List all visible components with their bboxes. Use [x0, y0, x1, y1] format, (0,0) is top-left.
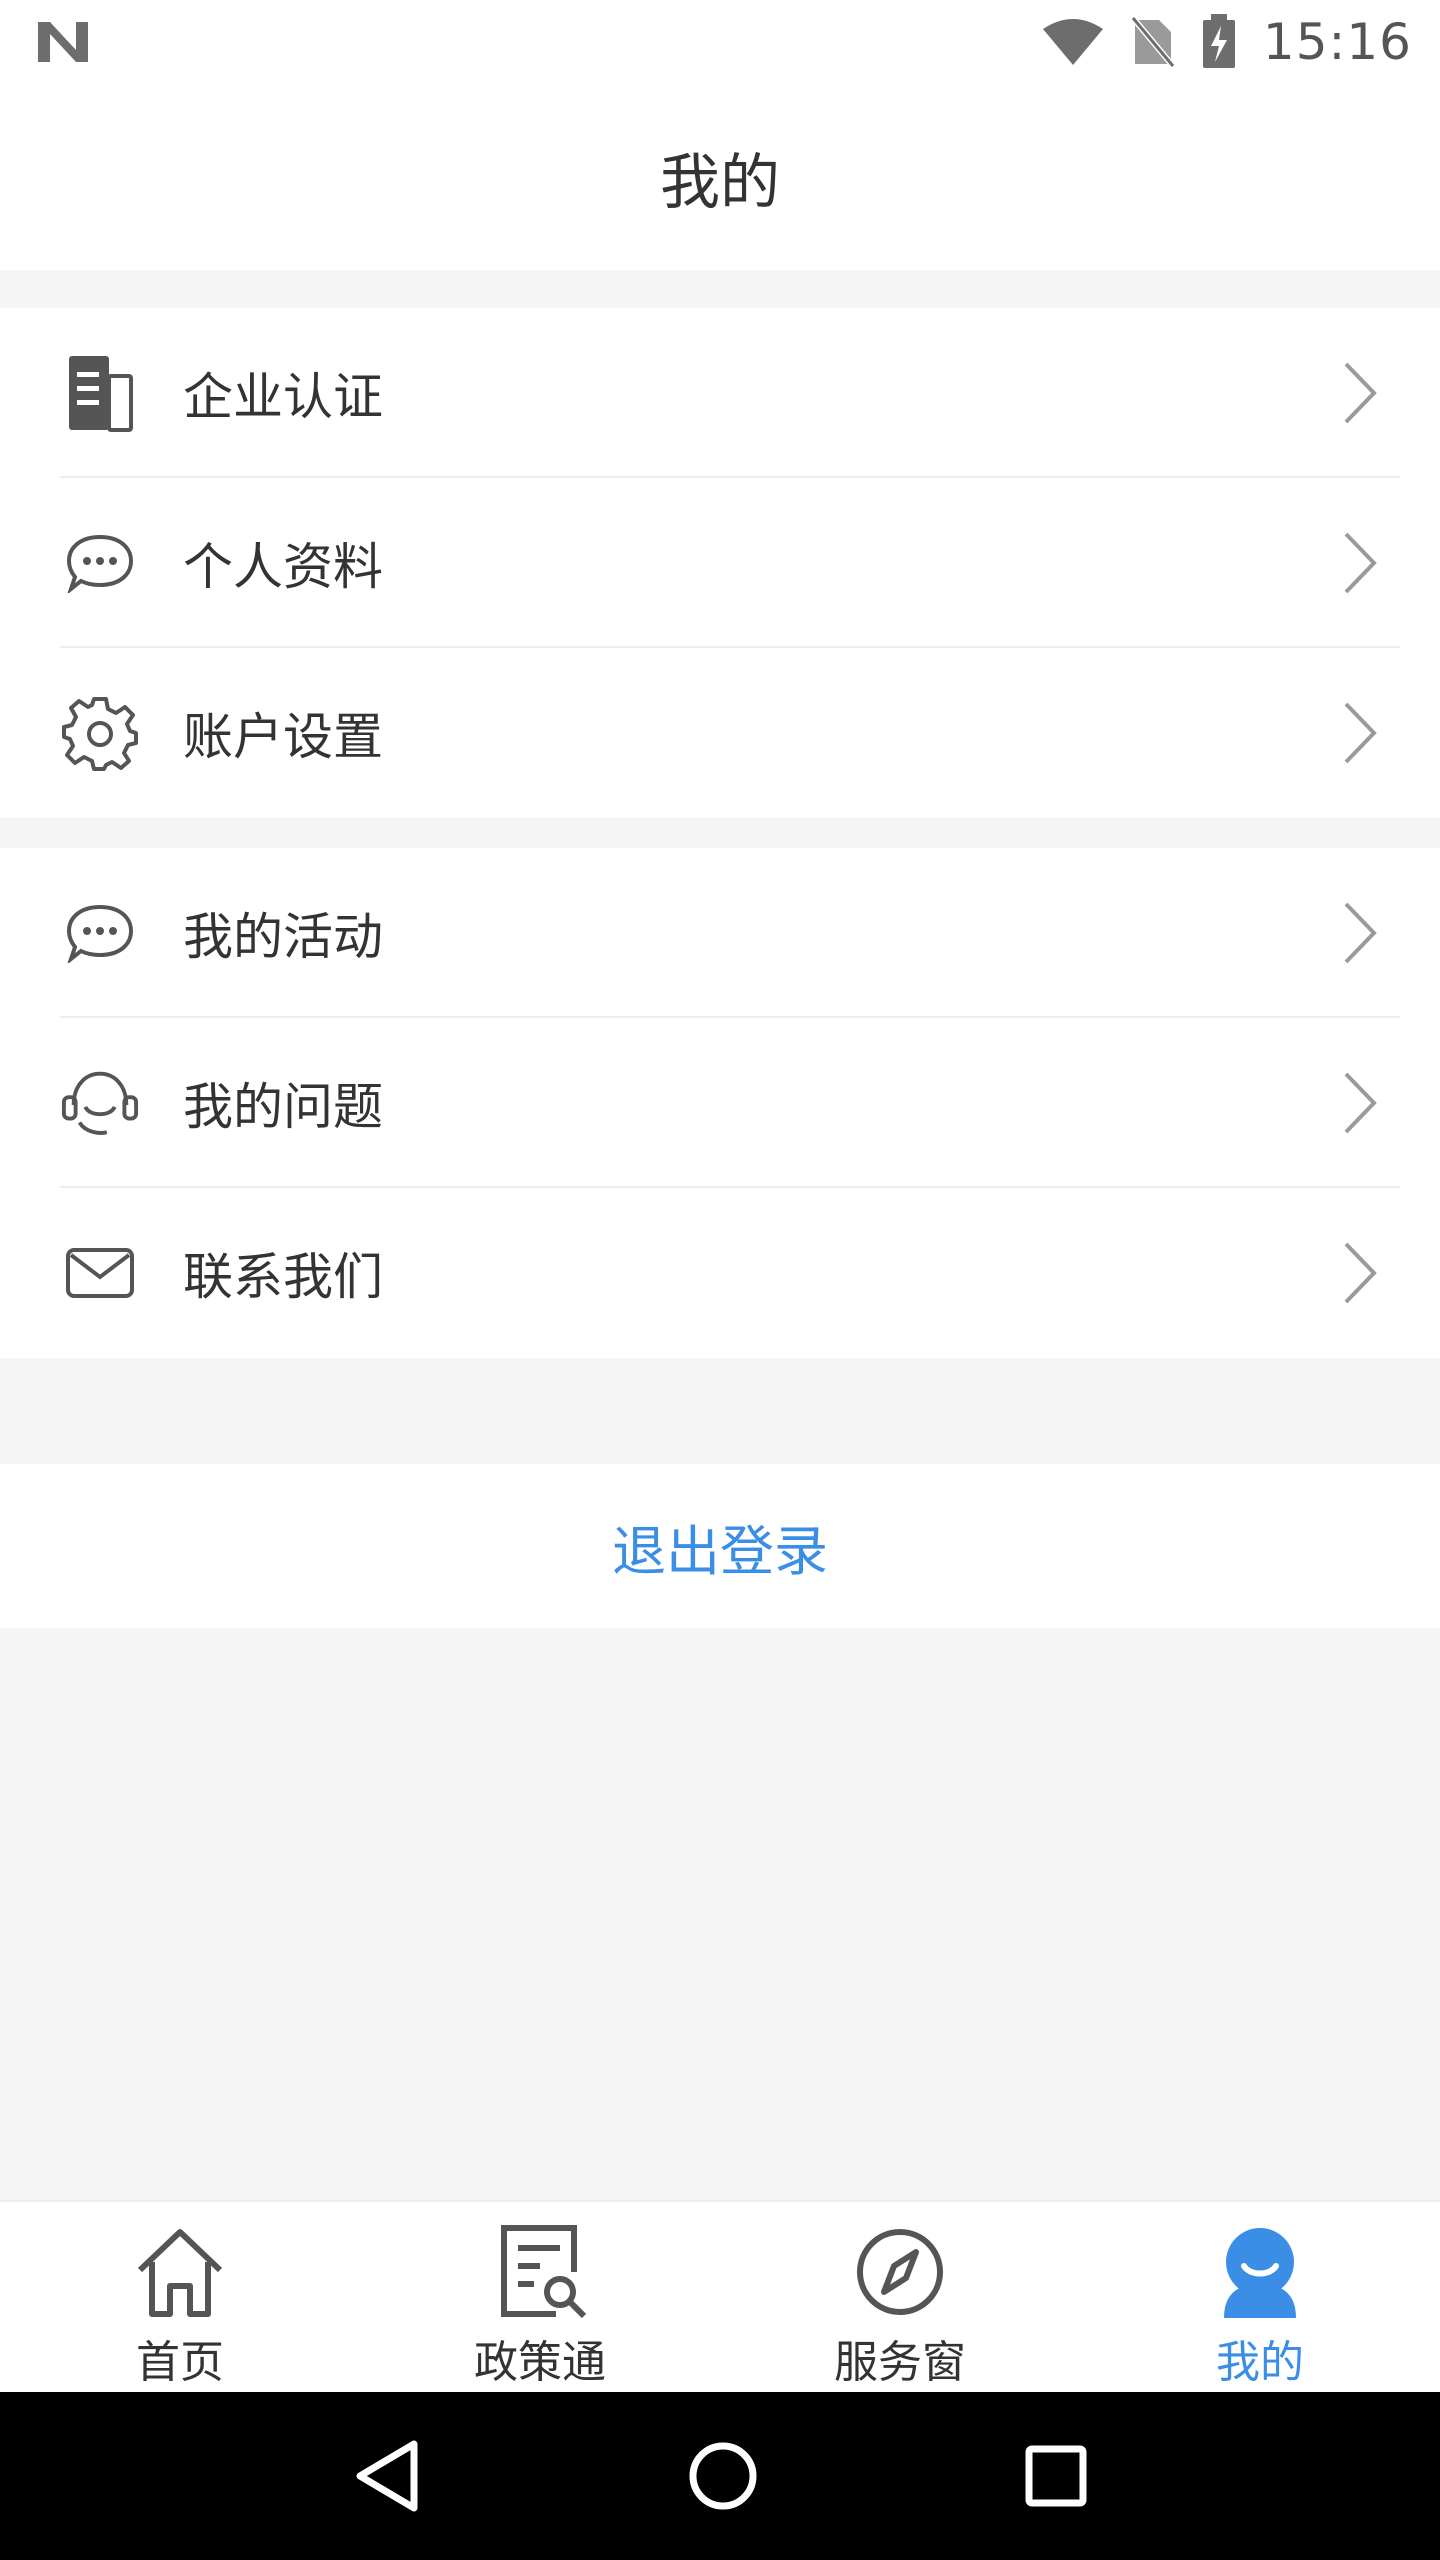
page-title: 我的 — [660, 147, 780, 218]
chevron-right-icon — [1344, 902, 1377, 964]
nav-label: 政策通 — [474, 2337, 606, 2388]
n-logo-icon — [38, 22, 88, 62]
menu-item-label: 个人资料 — [183, 538, 383, 596]
system-nav-bar — [0, 2392, 1440, 2560]
menu-item-account-settings[interactable]: 账户设置 — [0, 648, 1440, 818]
document-search-icon — [501, 2225, 587, 2319]
chevron-right-icon — [1344, 1072, 1377, 1134]
menu-item-contact-us[interactable]: 联系我们 — [0, 1188, 1440, 1358]
no-sim-icon — [1130, 16, 1175, 68]
menu-item-label: 企业认证 — [183, 368, 383, 426]
chevron-right-icon — [1344, 362, 1377, 424]
logout-label: 退出登录 — [612, 1519, 828, 1583]
user-icon — [1224, 2228, 1296, 2318]
bottom-nav: 首页 政策通 服务窗 我的 — [0, 2200, 1440, 2392]
menu-item-label: 账户设置 — [183, 708, 383, 766]
status-bar: 15:16 — [0, 0, 1440, 84]
recents-icon[interactable] — [1024, 2444, 1088, 2508]
gear-icon — [60, 693, 140, 773]
headset-support-icon — [60, 1063, 140, 1143]
menu-item-personal-profile[interactable]: 个人资料 — [0, 478, 1440, 648]
wifi-icon — [1042, 19, 1103, 65]
nav-label: 首页 — [136, 2337, 224, 2388]
nav-label: 服务窗 — [834, 2337, 966, 2388]
menu-item-label: 联系我们 — [183, 1248, 383, 1306]
nav-tab-home[interactable]: 首页 — [0, 2202, 360, 2392]
app-header: 我的 — [0, 84, 1440, 270]
nav-tab-policy[interactable]: 政策通 — [360, 2202, 720, 2392]
menu-item-my-activities[interactable]: 我的活动 — [0, 848, 1440, 1018]
menu-item-label: 我的问题 — [183, 1078, 383, 1136]
screen: 15:16 我的 企业认证 个人资料 账户设置 我的活动 我的问题 联系我们 退… — [0, 0, 1440, 2560]
chevron-right-icon — [1344, 532, 1377, 594]
logout-button[interactable]: 退出登录 — [0, 1464, 1440, 1628]
home-circle-icon[interactable] — [687, 2440, 759, 2512]
back-icon[interactable] — [352, 2438, 422, 2514]
menu-item-label: 我的活动 — [183, 908, 383, 966]
menu-item-my-questions[interactable]: 我的问题 — [0, 1018, 1440, 1188]
nav-tab-service[interactable]: 服务窗 — [720, 2202, 1080, 2392]
chat-bubble-icon — [60, 893, 140, 973]
nav-tab-mine[interactable]: 我的 — [1080, 2202, 1440, 2392]
battery-charging-icon — [1202, 14, 1235, 68]
chat-bubble-icon — [60, 523, 140, 603]
status-icons: 15:16 — [1041, 13, 1412, 71]
menu-group-account: 企业认证 个人资料 账户设置 — [0, 308, 1440, 818]
home-icon — [137, 2229, 223, 2317]
menu-group-activity: 我的活动 我的问题 联系我们 — [0, 848, 1440, 1358]
compass-icon — [857, 2229, 943, 2315]
status-time: 15:16 — [1262, 13, 1412, 71]
building-document-icon — [60, 353, 140, 433]
envelope-icon — [60, 1233, 140, 1313]
menu-item-enterprise-certification[interactable]: 企业认证 — [0, 308, 1440, 478]
chevron-right-icon — [1344, 1242, 1377, 1304]
nav-label: 我的 — [1216, 2337, 1304, 2388]
chevron-right-icon — [1344, 702, 1377, 764]
